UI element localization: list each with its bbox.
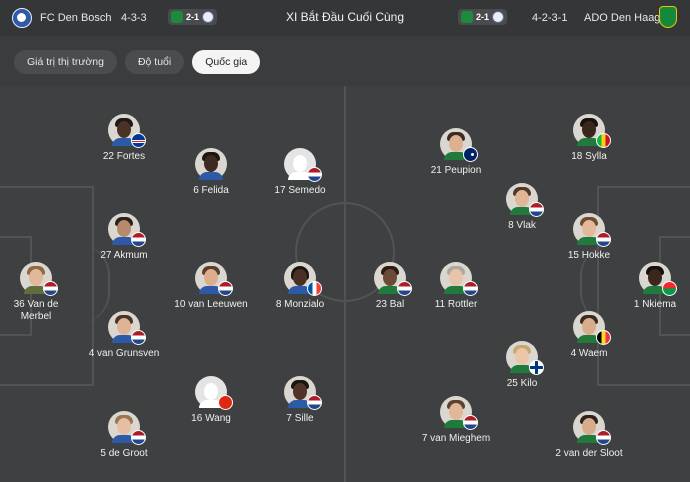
player-card-peupion[interactable]: 21 Peupion — [396, 128, 516, 177]
player-name: 17 Semedo — [274, 185, 326, 196]
player-name: 5 de Groot — [100, 448, 148, 459]
australia-flag-icon — [463, 147, 478, 162]
finland-flag-icon — [529, 360, 544, 375]
netherlands-flag-icon — [218, 281, 233, 296]
away-formation: 4-2-3-1 — [532, 12, 568, 24]
away-score-pill: 2-1 — [458, 9, 508, 25]
player-avatar — [506, 183, 544, 217]
player-name: 25 Kilo — [506, 378, 538, 389]
player-avatar — [440, 128, 478, 162]
netherlands-flag-icon — [43, 281, 58, 296]
player-avatar-placeholder — [284, 148, 322, 182]
player-name: 36 Van de Merbel — [13, 299, 59, 322]
tab-bar: Giá trị thị trường Độ tuổi Quốc gia — [14, 50, 261, 74]
player-name: 21 Peupion — [430, 165, 482, 176]
player-avatar — [506, 341, 544, 375]
netherlands-flag-icon — [596, 232, 611, 247]
player-name: 4 van Grunsven — [88, 348, 160, 359]
player-avatar — [573, 311, 611, 345]
netherlands-flag-icon — [463, 415, 478, 430]
player-avatar — [440, 396, 478, 430]
cape-verde-flag-icon — [131, 133, 146, 148]
player-avatar — [108, 213, 146, 247]
tab-country[interactable]: Quốc gia — [192, 50, 261, 74]
netherlands-flag-icon — [131, 430, 146, 445]
netherlands-flag-icon — [307, 395, 322, 410]
player-name: 27 Akmum — [100, 250, 148, 261]
player-card-nkiema[interactable]: 1 Nkiema — [595, 262, 690, 311]
player-name: 7 van Mieghem — [421, 433, 491, 444]
netherlands-flag-icon — [131, 330, 146, 345]
mali-flag-icon — [596, 133, 611, 148]
player-avatar — [284, 376, 322, 410]
player-card-van-grunsven[interactable]: 4 van Grunsven — [64, 311, 184, 360]
burkina-faso-flag-icon — [662, 281, 677, 296]
netherlands-flag-icon — [131, 232, 146, 247]
player-card-sylla[interactable]: 18 Sylla — [529, 114, 649, 163]
netherlands-flag-icon — [307, 167, 322, 182]
player-avatar — [20, 262, 58, 296]
player-avatar — [195, 148, 227, 180]
player-avatar — [108, 114, 146, 148]
player-name: 1 Nkiema — [633, 299, 677, 310]
player-avatar — [108, 311, 146, 345]
ado-den-haag-crest-icon — [659, 6, 677, 28]
player-avatar-placeholder — [195, 376, 233, 410]
tab-age[interactable]: Độ tuổi — [124, 50, 185, 74]
player-avatar — [195, 262, 233, 296]
player-avatar — [573, 411, 611, 445]
away-team-name[interactable]: ADO Den Haag — [584, 12, 660, 24]
player-card-akmum[interactable]: 27 Akmum — [64, 213, 184, 262]
player-card-van-mieghem[interactable]: 7 van Mieghem — [396, 396, 516, 445]
away-score: 2-1 — [476, 12, 490, 22]
player-name: 15 Hokke — [567, 250, 611, 261]
den-bosch-mini-crest-icon — [492, 11, 505, 23]
lineup-header: FC Den Bosch 4-3-3 2-1 XI Bắt Đầu Cuối C… — [0, 0, 690, 36]
player-avatar — [573, 213, 611, 247]
player-card-rottler[interactable]: 11 Rottler — [396, 262, 516, 311]
player-card-hokke[interactable]: 15 Hokke — [529, 213, 649, 262]
player-name: 2 van der Sloot — [555, 448, 623, 459]
netherlands-flag-icon — [463, 281, 478, 296]
tab-market-value[interactable]: Giá trị thị trường — [14, 50, 117, 74]
player-avatar — [639, 262, 677, 296]
belgium-flag-icon — [596, 330, 611, 345]
player-avatar — [573, 114, 611, 148]
ado-mini-crest-icon — [461, 11, 473, 23]
france-flag-icon — [307, 281, 322, 296]
china-flag-icon — [218, 395, 233, 410]
player-name: 11 Rottler — [434, 299, 478, 310]
player-card-van-der-sloot[interactable]: 2 van der Sloot — [529, 411, 649, 460]
player-avatar — [284, 262, 322, 296]
player-avatar — [108, 411, 146, 445]
player-name: 18 Sylla — [571, 151, 607, 162]
player-card-sille[interactable]: 7 Sille — [240, 376, 360, 425]
player-name: 7 Sille — [286, 413, 314, 424]
player-card-de-groot[interactable]: 5 de Groot — [64, 411, 184, 460]
player-avatar — [440, 262, 478, 296]
player-card-semedo[interactable]: 17 Semedo — [240, 148, 360, 197]
player-card-kilo[interactable]: 25 Kilo — [462, 341, 582, 390]
netherlands-flag-icon — [596, 430, 611, 445]
